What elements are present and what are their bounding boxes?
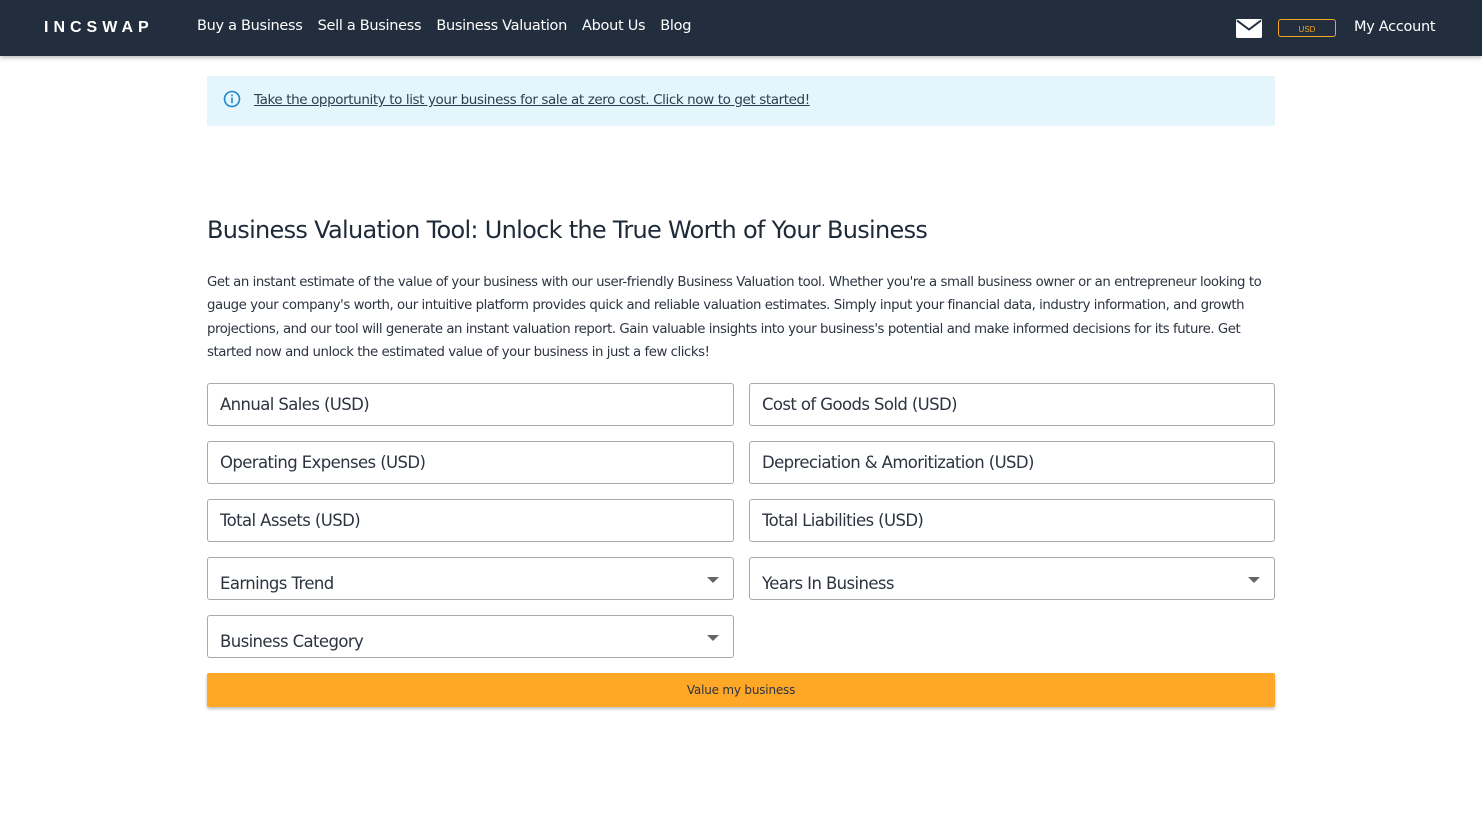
opex-input[interactable] <box>208 442 733 483</box>
cogs-field <box>749 383 1275 426</box>
mail-icon[interactable] <box>1236 19 1262 38</box>
main-nav: Buy a Business Sell a Business Business … <box>197 18 691 34</box>
chevron-down-icon <box>707 635 719 641</box>
my-account-link[interactable]: My Account <box>1354 19 1436 35</box>
navbar: INCSWAP Buy a Business Sell a Business B… <box>0 0 1482 56</box>
currency-button[interactable]: USD <box>1278 19 1336 37</box>
value-my-business-button[interactable]: Value my business <box>207 673 1275 707</box>
depreciation-field <box>749 441 1275 484</box>
chevron-down-icon <box>1248 577 1260 583</box>
nav-business-valuation[interactable]: Business Valuation <box>436 18 567 34</box>
depreciation-input[interactable] <box>750 442 1274 483</box>
intro-paragraph: Get an instant estimate of the value of … <box>207 275 1262 360</box>
opex-field <box>207 441 734 484</box>
page-title: Business Valuation Tool: Unlock the True… <box>207 216 928 244</box>
business-category-label: Business Category <box>220 632 364 651</box>
earnings-trend-select[interactable]: Earnings Trend <box>207 557 734 600</box>
total-liabilities-input[interactable] <box>750 500 1274 541</box>
nav-buy-business[interactable]: Buy a Business <box>197 18 303 34</box>
total-liabilities-field <box>749 499 1275 542</box>
years-in-business-label: Years In Business <box>762 574 895 593</box>
total-assets-field <box>207 499 734 542</box>
nav-sell-business[interactable]: Sell a Business <box>318 18 422 34</box>
nav-blog[interactable]: Blog <box>660 18 691 34</box>
years-in-business-select[interactable]: Years In Business <box>749 557 1275 600</box>
promo-alert: Take the opportunity to list your busine… <box>207 76 1275 126</box>
total-assets-input[interactable] <box>208 500 733 541</box>
annual-sales-field <box>207 383 734 426</box>
info-icon <box>223 90 241 108</box>
annual-sales-input[interactable] <box>208 384 733 425</box>
cogs-input[interactable] <box>750 384 1274 425</box>
logo[interactable]: INCSWAP <box>44 19 154 37</box>
chevron-down-icon <box>707 577 719 583</box>
earnings-trend-label: Earnings Trend <box>220 574 334 593</box>
business-category-select[interactable]: Business Category <box>207 615 734 658</box>
nav-about-us[interactable]: About Us <box>582 18 646 34</box>
list-business-link[interactable]: Take the opportunity to list your busine… <box>254 92 810 108</box>
